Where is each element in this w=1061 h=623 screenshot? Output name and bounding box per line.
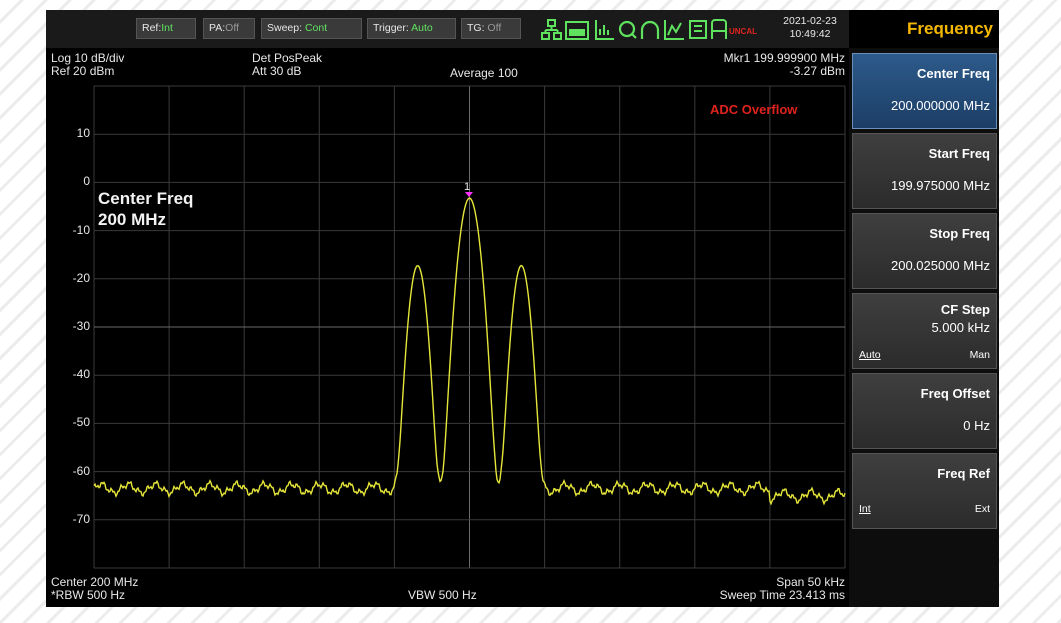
search-icon [618,20,637,39]
cf-step-label: CF Step [940,302,990,317]
mute-icon [689,20,707,39]
center-freq-button[interactable]: Center Freq 200.000000 MHz [852,53,997,129]
pa-status-value: Off [225,22,239,34]
ref-status-value: Int [161,22,173,34]
pa-status-label: PA: [209,22,226,34]
stop-freq-value: 200.025000 MHz [890,258,990,273]
sweep-time-text: Sweep Time 23.413 ms [719,588,845,602]
date-text: 2021-02-23 [783,15,837,27]
freq-offset-label: Freq Offset [920,386,990,401]
battery-icon [711,19,727,39]
tg-status-value: Off [487,22,502,34]
measure-icon [664,20,684,40]
marker-1-label: 1 [464,181,470,193]
status-bar: Ref:Int PA:Off Sweep: Cont Trigger: Auto… [46,10,849,48]
freq-ref-button[interactable]: Freq Ref Int Ext [852,453,997,529]
time-text: 10:49:42 [789,28,831,40]
center-freq-value: 200.000000 MHz [890,98,990,113]
cf-step-value: 5.000 kHz [931,320,990,335]
ref-status-chip[interactable]: Ref:Int [136,18,196,39]
freq-offset-value: 0 Hz [963,418,990,433]
analyzer-screen: Ref:Int PA:Off Sweep: Cont Trigger: Auto… [46,10,999,607]
freq-ref-ext-option[interactable]: Ext [975,503,990,515]
vbw-text: VBW 500 Hz [408,588,477,602]
grid-lines [93,85,846,569]
rbw-text: *RBW 500 Hz [51,588,126,602]
start-freq-label: Start Freq [928,146,990,161]
center-freq-annotation: Center Freq 200 MHz [98,188,193,230]
softkey-menu: Frequency Center Freq 200.000000 MHz Sta… [849,10,999,607]
sweep-status-chip[interactable]: Sweep: Cont [261,18,362,39]
trigger-status-value: Auto [411,22,433,34]
center-freq-label: Center Freq [917,66,990,81]
graticule: 1 [93,85,846,569]
network-icon [541,19,562,40]
freq-offset-button[interactable]: Freq Offset 0 Hz [852,373,997,449]
freq-ref-int-option[interactable]: Int [859,503,871,515]
ref-status-label: Ref: [142,22,162,34]
tg-status-chip[interactable]: TG: Off [461,18,521,39]
uncal-indicator: UNCAL [729,27,757,36]
cf-step-button[interactable]: CF Step 5.000 kHz Auto Man [852,293,997,369]
adc-overflow-warning: ADC Overflow [710,102,798,117]
annotation-line-1: Center Freq [98,189,194,208]
annotation-line-2: 200 MHz [98,210,167,229]
status-icons: UNCAL [541,19,757,40]
spectrum-display: Log 10 dB/div Ref 20 dBm Det PosPeak Att… [46,48,849,607]
stop-freq-label: Stop Freq [929,226,990,241]
cf-step-auto-option[interactable]: Auto [859,349,881,361]
stop-freq-button[interactable]: Stop Freq 200.025000 MHz [852,213,997,289]
speed-icon [565,21,589,40]
sweep-status-value: Cont [304,22,328,34]
menu-title: Frequency [849,10,999,48]
trigger-status-chip[interactable]: Trigger: Auto [367,18,456,39]
sweep-status-label: Sweep: [267,22,303,34]
trace-hold-icon [640,20,660,39]
datetime: 2021-02-23 10:49:42 [774,15,846,41]
start-freq-value: 199.975000 MHz [890,178,990,193]
pa-status-chip[interactable]: PA:Off [203,18,255,39]
fft-icon [595,20,614,40]
cf-step-man-option[interactable]: Man [970,349,990,361]
start-freq-button[interactable]: Start Freq 199.975000 MHz [852,133,997,209]
trigger-status-label: Trigger: [373,22,409,34]
tg-status-label: TG: [467,22,485,34]
freq-ref-label: Freq Ref [937,466,990,481]
